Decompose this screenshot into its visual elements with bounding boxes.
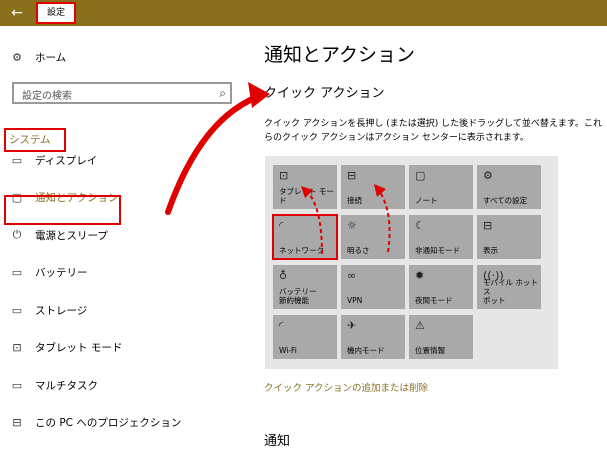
- quick-action-label: モバイル ホットス ポット: [483, 278, 538, 305]
- quick-action-tile-10[interactable]: ✹ 夜間モード: [409, 265, 473, 309]
- quick-action-label: ノート: [415, 196, 438, 205]
- window-title: 設定: [36, 2, 76, 24]
- quick-action-label: バッテリー 節約機能: [279, 287, 317, 305]
- sidebar-item-icon: ⏻: [12, 228, 22, 241]
- sidebar-item-label: この PC へのプロジェクション: [35, 416, 182, 429]
- search-input[interactable]: 設定の検索 ⌕: [12, 82, 232, 104]
- sidebar-item-label: ホーム: [35, 51, 67, 64]
- quick-action-icon: ⊟: [347, 169, 357, 182]
- sidebar-item-icon: ⊡: [12, 340, 22, 354]
- quick-action-tile-4[interactable]: ◜ ネットワーク: [272, 214, 338, 260]
- sidebar-item-4[interactable]: ▭ ストレージ: [8, 299, 88, 321]
- page-title: 通知とアクション: [264, 44, 416, 66]
- quick-actions-description: クイック アクションを長押し (または選択) した後ドラッグして並べ替えます。こ…: [264, 119, 602, 143]
- quick-action-icon: ◜: [279, 319, 284, 332]
- quick-action-icon: ♁: [279, 269, 288, 282]
- quick-action-label: 夜間モード: [415, 296, 453, 305]
- sidebar-item-icon: ▭: [11, 153, 23, 167]
- quick-action-label: タブレット モード: [279, 187, 334, 205]
- quick-action-tile-6[interactable]: ☾ 非通知モード: [409, 215, 473, 259]
- sidebar-item-icon: ▭: [11, 378, 23, 392]
- sidebar-item-label: ディスプレイ: [35, 154, 98, 167]
- sidebar-item-6[interactable]: ▭ マルチタスク: [8, 374, 98, 396]
- quick-action-tile-14[interactable]: ⚠ 位置情報: [409, 315, 473, 359]
- back-arrow-icon[interactable]: ←: [0, 0, 34, 26]
- quick-actions-heading: クイック アクション: [264, 86, 385, 101]
- quick-action-tile-7[interactable]: ⊟ 表示: [477, 215, 541, 259]
- add-remove-quick-actions-link[interactable]: クイック アクションの追加または削除: [264, 380, 428, 394]
- quick-action-tile-9[interactable]: ∞ VPN: [341, 265, 405, 309]
- quick-action-tile-11[interactable]: ((·)) モバイル ホットス ポット: [477, 265, 541, 309]
- sidebar-item-label: マルチタスク: [35, 379, 98, 392]
- quick-action-label: VPN: [347, 296, 363, 305]
- gear-icon: ⚙: [12, 50, 22, 64]
- selection-highlight: [4, 195, 121, 225]
- quick-action-label: 非通知モード: [415, 246, 460, 255]
- quick-action-tile-3[interactable]: ⚙ すべての設定: [477, 165, 541, 209]
- sidebar-item-label: 電源とスリープ: [35, 229, 108, 242]
- quick-action-label: Wi-Fi: [279, 346, 297, 355]
- sidebar-item-icon: ⊟: [12, 415, 22, 429]
- quick-action-icon: ☾: [415, 219, 425, 232]
- sidebar-item-0[interactable]: ▭ ディスプレイ: [8, 149, 97, 171]
- quick-action-label: ネットワーク: [279, 246, 324, 255]
- notifications-heading: 通知: [264, 434, 291, 449]
- quick-action-tile-8[interactable]: ♁ バッテリー 節約機能: [273, 265, 337, 309]
- quick-action-icon: ⚠: [415, 319, 425, 332]
- quick-action-label: すべての設定: [483, 196, 528, 205]
- quick-action-tile-2[interactable]: ▢ ノート: [409, 165, 473, 209]
- quick-action-icon: ⊟: [483, 219, 493, 232]
- quick-action-label: 機内モード: [347, 346, 385, 355]
- quick-action-icon: ⚙: [483, 169, 493, 182]
- quick-action-icon: ✹: [415, 269, 425, 282]
- sidebar-item-2[interactable]: ⏻ 電源とスリープ: [8, 224, 108, 246]
- search-icon[interactable]: ⌕: [219, 86, 226, 101]
- quick-action-label: 接続: [347, 196, 362, 205]
- quick-action-tile-5[interactable]: ☼ 明るさ: [341, 215, 405, 259]
- sidebar-item-3[interactable]: ▭ バッテリー: [8, 261, 88, 283]
- sidebar-item-7[interactable]: ⊟ この PC へのプロジェクション: [8, 411, 181, 433]
- quick-action-icon: ◜: [279, 219, 284, 232]
- quick-action-icon: ▢: [415, 169, 426, 182]
- sidebar-item-icon: ▭: [11, 265, 23, 279]
- sidebar-item-home[interactable]: ⚙ ホーム: [8, 46, 66, 68]
- sidebar-item-icon: ▭: [11, 303, 23, 317]
- quick-action-tile-13[interactable]: ✈ 機内モード: [341, 315, 405, 359]
- quick-action-icon: ☼: [347, 219, 357, 232]
- quick-action-icon: ⊡: [279, 169, 289, 182]
- quick-action-tile-1[interactable]: ⊟ 接続: [341, 165, 405, 209]
- sidebar-item-label: バッテリー: [35, 266, 88, 279]
- title-bar: ← 設定: [0, 0, 607, 26]
- quick-action-label: 表示: [483, 246, 498, 255]
- sidebar-item-label: ストレージ: [35, 304, 88, 317]
- search-placeholder: 設定の検索: [22, 91, 72, 102]
- quick-action-label: 明るさ: [347, 246, 370, 255]
- quick-action-tile-12[interactable]: ◜ Wi-Fi: [273, 315, 337, 359]
- quick-action-icon: ✈: [347, 319, 357, 332]
- quick-action-label: 位置情報: [415, 346, 445, 355]
- sidebar-item-label: タブレット モード: [35, 341, 123, 354]
- quick-action-icon: ∞: [347, 269, 357, 282]
- quick-action-tile-0[interactable]: ⊡ タブレット モード: [273, 165, 337, 209]
- sidebar-item-5[interactable]: ⊡ タブレット モード: [8, 336, 122, 358]
